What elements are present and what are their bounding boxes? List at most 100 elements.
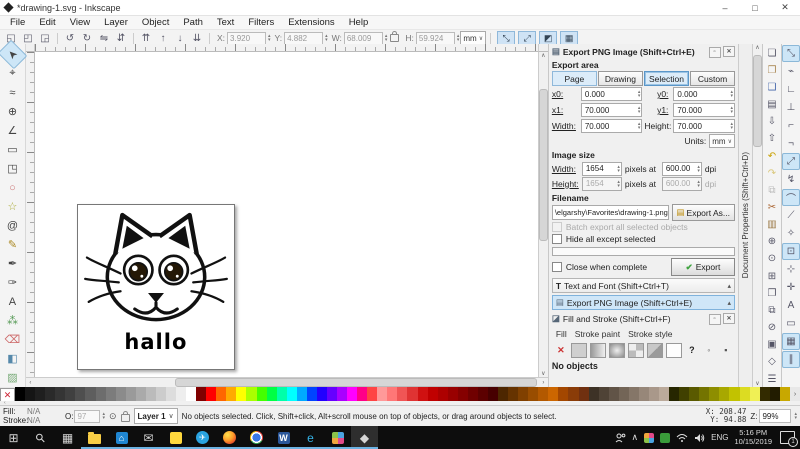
flat-color-button[interactable] [571,343,587,358]
print-button[interactable]: ▤ [763,96,781,112]
swatch-40[interactable] [418,387,428,401]
swatch-11[interactable] [126,387,136,401]
y-field[interactable]: 4.882 [284,32,323,45]
firefox-button[interactable] [216,426,243,449]
swatch-52[interactable] [538,387,548,401]
swatch-6[interactable] [75,387,85,401]
swatch-23[interactable] [246,387,256,401]
xml-editor-button[interactable]: ◇ [763,354,781,370]
units-dropdown[interactable]: mm∨ [460,31,486,45]
file-explorer-button[interactable] [81,426,108,449]
swatch-54[interactable] [558,387,568,401]
swatch-10[interactable] [116,387,126,401]
snap-nodes-toggle[interactable]: ⤢ [782,153,800,170]
swatch-66[interactable] [679,387,689,401]
tool-spray[interactable]: ⁂ [1,311,24,330]
swatch-55[interactable] [568,387,578,401]
tool-ellipse[interactable]: ○ [1,178,24,197]
vertical-scrollbar[interactable]: ∧ ∨ [538,52,548,377]
x-spinner[interactable]: ▴▾ [268,34,271,42]
x0-field[interactable]: 0.000▴▾ [581,87,643,101]
tray-green-app-icon[interactable] [660,433,670,443]
vertical-scroll-thumb[interactable] [539,89,548,241]
raise-icon[interactable]: ↑ [155,32,171,45]
swatch-59[interactable] [609,387,619,401]
snap-text-baseline-toggle[interactable]: A [782,297,800,314]
image-width-field[interactable]: 1654▴▾ [582,162,622,176]
snap-bbox-centers-toggle[interactable]: ¬ [782,135,800,152]
w-field[interactable]: 68.009 [344,32,383,45]
unknown-paint-button[interactable] [666,343,682,358]
swatch-33[interactable] [347,387,357,401]
swatch-74[interactable] [760,387,770,401]
tray-chevron-icon[interactable]: ∧ [632,432,639,443]
tab-stroke-paint[interactable]: Stroke paint [575,329,620,339]
swatch-62[interactable] [639,387,649,401]
tool-eraser[interactable]: ⌫ [1,330,24,349]
flip-horizontal-icon[interactable]: ⇋ [96,32,112,45]
paste-button[interactable]: ▥ [763,217,781,233]
scroll-up-icon[interactable]: ∧ [541,52,545,59]
snap-rotation-centers-toggle[interactable]: ✛ [782,279,800,296]
menu-item-4[interactable]: Object [135,17,176,28]
deselect-icon[interactable]: ◲ [37,32,53,45]
menu-item-3[interactable]: Layer [97,17,135,28]
swatch-26[interactable] [277,387,287,401]
zoom-field[interactable]: 99% [759,409,791,423]
h-spinner[interactable]: ▴▾ [457,34,460,42]
menu-item-8[interactable]: Extensions [281,17,341,28]
swatch-2[interactable] [35,387,45,401]
export-as-button[interactable]: ▤Export As... [672,204,736,221]
snap-smooth-nodes-toggle[interactable]: ✧ [782,225,800,242]
document-properties-tab[interactable]: Document Properties (Shift+Ctrl+D) [738,44,752,387]
swatch-25[interactable] [267,387,277,401]
snap-path-intersections-toggle[interactable]: ⌒ [782,189,800,206]
fill-stroke-panel-header[interactable]: ◪ Fill and Stroke (Shift+Ctrl+F) ▫ ✕ [552,312,735,325]
no-paint-button[interactable]: ✕ [554,344,568,357]
swatch-63[interactable] [649,387,659,401]
snap-cusp-nodes-toggle[interactable]: ⟋ [782,207,800,224]
dpi-field[interactable]: 600.00▴▾ [662,162,702,176]
tool-bezier[interactable]: ✒ [1,254,24,273]
close-when-complete-checkbox[interactable] [552,262,562,272]
swatch-15[interactable] [166,387,176,401]
y-spinner[interactable]: ▴▾ [325,34,328,42]
swatch-13[interactable] [146,387,156,401]
fill-rule-nonzero-button[interactable]: ◦ [702,344,716,357]
paint-help-button[interactable]: ? [685,344,699,357]
opacity-spinner[interactable]: ▴▾ [102,412,105,420]
export-area-page-button[interactable]: Page [552,71,597,86]
inkscape-button[interactable]: ◆ [351,426,378,449]
y1-field[interactable]: 70.000▴▾ [673,103,735,117]
swatch-36[interactable] [377,387,387,401]
cut-button[interactable]: ✂ [763,199,781,215]
tool-calligraphy[interactable]: ✑ [1,273,24,292]
palette-right-arrow-icon[interactable]: › [790,387,800,401]
snap-object-centers-toggle[interactable]: ⊹ [782,261,800,278]
scroll-down-icon[interactable]: ∨ [541,370,545,377]
dock-scroll-thumb[interactable] [753,55,762,147]
create-clone-button[interactable]: ⧉ [763,302,781,318]
horizontal-ruler[interactable] [35,44,538,52]
radial-gradient-button[interactable] [609,343,625,358]
minimize-button[interactable]: – [710,0,740,15]
menu-item-7[interactable]: Filters [241,17,281,28]
swatch-70[interactable] [719,387,729,401]
linear-gradient-button[interactable] [590,343,606,358]
tray-app-icon[interactable] [644,433,654,443]
swatch-51[interactable] [528,387,538,401]
swatch-75[interactable] [770,387,780,401]
swatch-18[interactable] [196,387,206,401]
chrome-button[interactable] [243,426,270,449]
zoom-selection-button[interactable]: ⊕ [763,234,781,250]
swatch-12[interactable] [136,387,146,401]
x1-field[interactable]: 70.000▴▾ [581,103,643,117]
layer-visibility-icon[interactable]: ⊙ [109,411,117,422]
tool-measure[interactable]: ∠ [1,121,24,140]
no-color-swatch[interactable]: ✕ [0,388,15,402]
tool-tweak[interactable]: ≈ [1,83,24,102]
lower-to-bottom-icon[interactable]: ⇊ [189,32,205,45]
export-area-drawing-button[interactable]: Drawing [598,71,643,86]
swatch-button[interactable] [647,343,663,358]
new-document-button[interactable]: ❏ [763,45,781,61]
